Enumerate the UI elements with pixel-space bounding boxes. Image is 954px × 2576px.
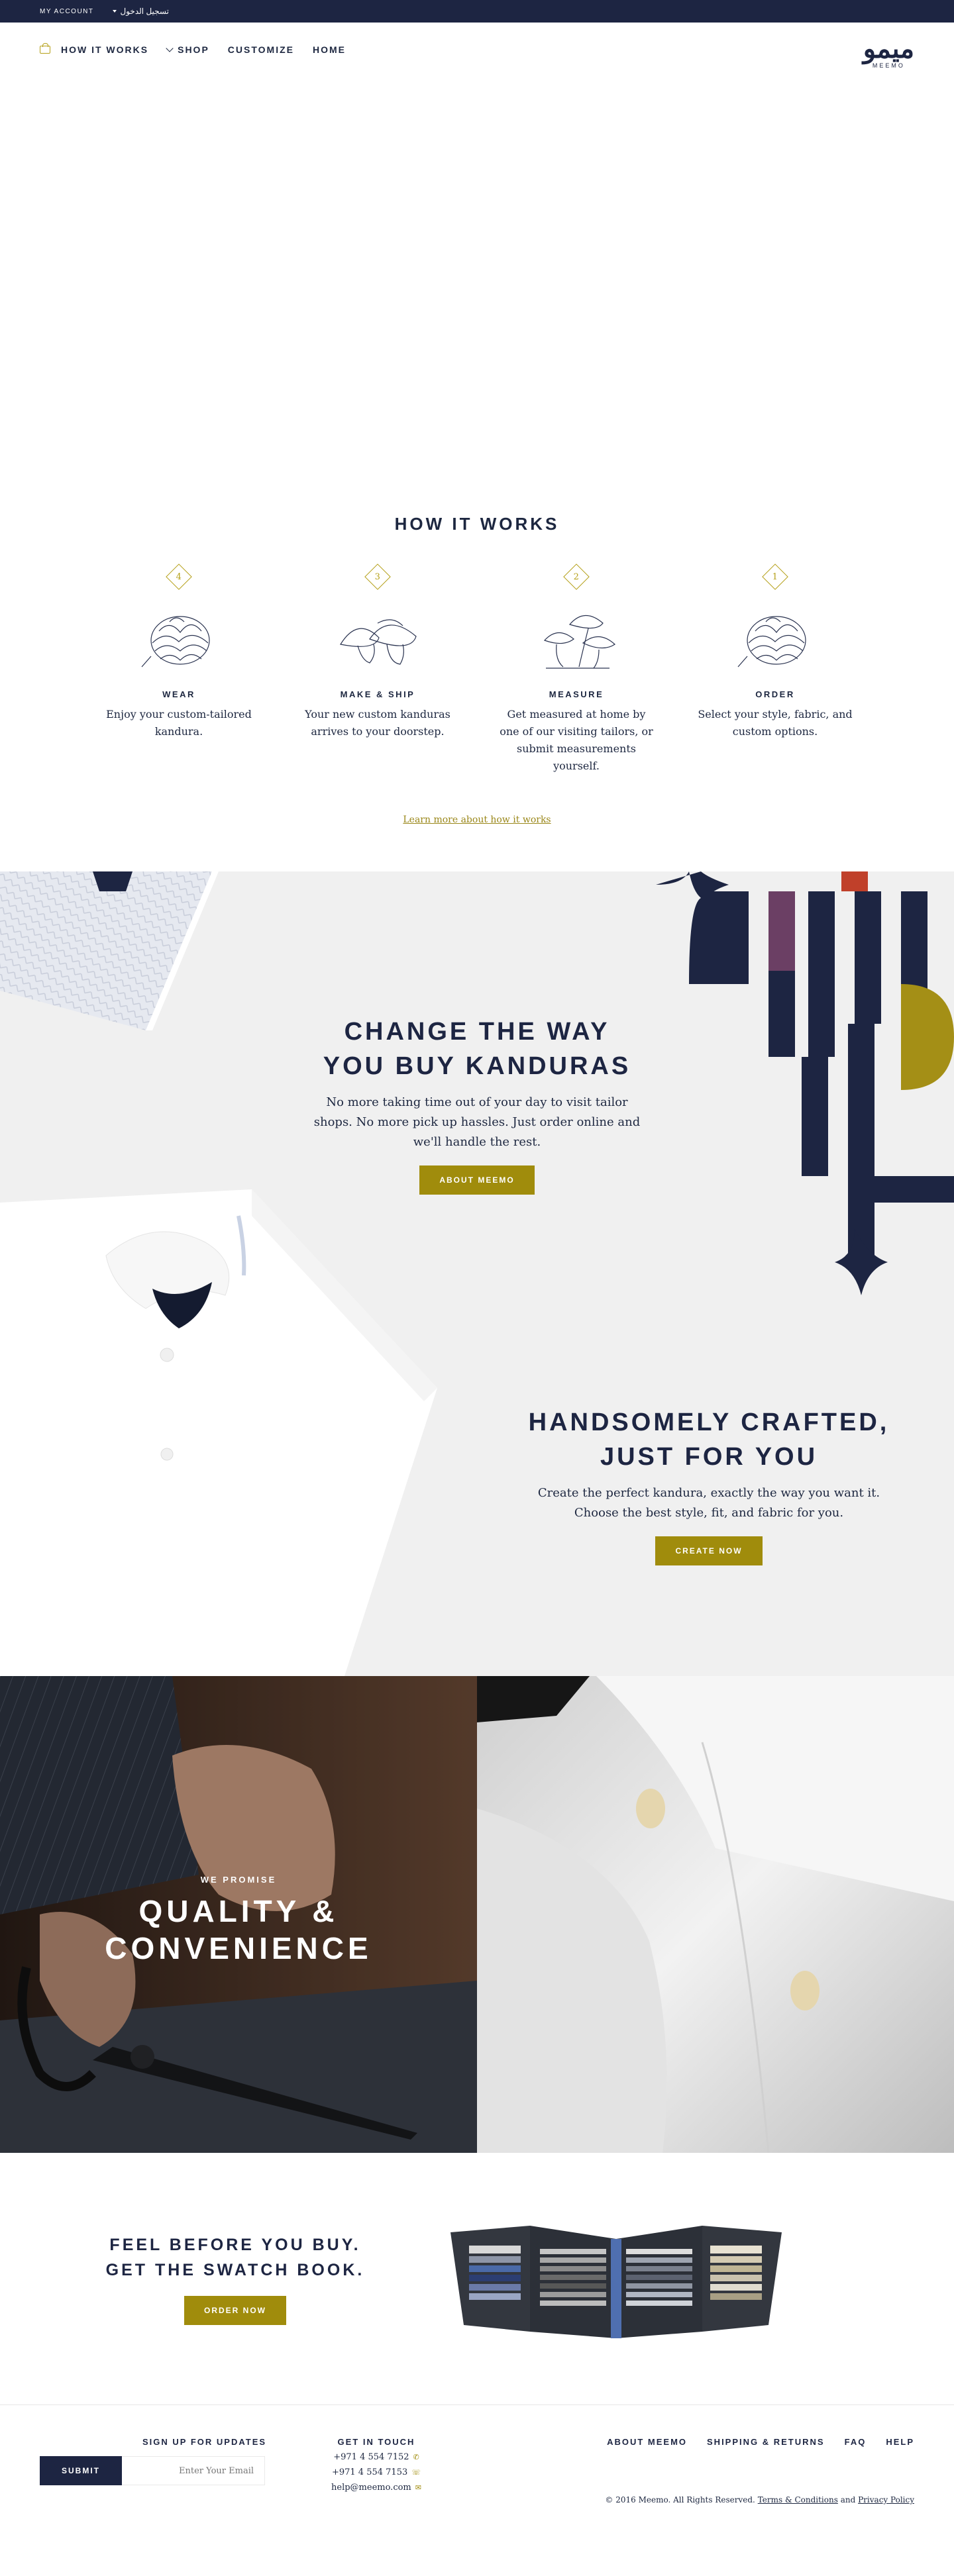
step-order: 1 ORDER Select your style, fabric, and c… (676, 564, 874, 775)
footer: SIGN UP FOR UPDATES SUBMIT GET IN TOUCH … (0, 2404, 954, 2524)
signup-block: SIGN UP FOR UPDATES SUBMIT (40, 2437, 266, 2485)
nav-item-label: CUSTOMIZE (227, 44, 294, 55)
phone-number[interactable]: +971 4 554 7152 (333, 2452, 409, 2462)
signup-form: SUBMIT (40, 2456, 266, 2485)
logo[interactable]: ميمو MEEMO (863, 33, 914, 70)
change-heading: CHANGE THE WAY YOU BUY KANDURAS (323, 1018, 631, 1080)
main-nav: HOW IT WORKS SHOP CUSTOMIZE HOME ميمو ME… (0, 23, 954, 77)
footer-link-shipping[interactable]: SHIPPING & RETURNS (707, 2437, 825, 2447)
footer-link-about[interactable]: ABOUT MEEMO (607, 2437, 687, 2447)
mail-icon: ✉ (415, 2483, 421, 2492)
step-wear: 4 WEAR Enjoy your custom-tailored kandur… (80, 564, 278, 775)
phone-number[interactable]: +971 4 554 7153 (332, 2467, 407, 2477)
mushroom-icon (340, 619, 417, 665)
logo-text: MEEMO (872, 62, 905, 69)
email-address[interactable]: help@meemo.com (331, 2483, 411, 2493)
step-description: Select your style, fabric, and custom op… (698, 708, 853, 738)
step-make-ship: 3 MAKE & SHIP Your new custom kanduras a… (278, 564, 477, 775)
nav-how-it-works[interactable]: HOW IT WORKS (40, 43, 149, 55)
collar-closeup-image (477, 1676, 954, 2153)
nav-item-label: HOW IT WORKS (61, 44, 149, 55)
copyright: © 2016 Meemo. All Rights Reserved. Terms… (605, 2495, 914, 2504)
phone-line: +971 4 554 7152 ✆ (331, 2452, 421, 2462)
crafted-body: Create the perfect kandura, exactly the … (537, 1486, 880, 1520)
hero-area (0, 77, 954, 514)
phone-icon: ☏ (411, 2468, 421, 2477)
step-number-badge: 4 (166, 564, 192, 590)
promise-kicker: WE PROMISE (200, 1875, 277, 1885)
step-title: MEASURE (549, 689, 604, 699)
promise-section: WE PROMISE QUALITY & CONVENIENCE (0, 1676, 954, 2153)
mushroom-cluster-icon (543, 615, 615, 669)
step-description: Enjoy your custom-tailored kandura. (106, 708, 252, 738)
step-description: Your new custom kanduras arrives to your… (305, 708, 450, 738)
whatsapp-icon: ✆ (413, 2453, 419, 2461)
calligraphy-pattern (656, 871, 954, 1295)
change-content: CHANGE THE WAY YOU BUY KANDURAS No more … (311, 1015, 643, 1195)
artichoke-icon (141, 616, 210, 668)
nav-customize[interactable]: CUSTOMIZE (228, 44, 294, 55)
learn-more-link[interactable]: Learn more about how it works (403, 815, 551, 825)
crafted-content: HANDSOMELY CRAFTED, JUST FOR YOU Create … (523, 1405, 894, 1565)
step-number-badge: 3 (364, 564, 391, 590)
footer-links: ABOUT MEEMO SHIPPING & RETURNS FAQ HELP (607, 2437, 914, 2447)
nav-item-label: HOME (313, 44, 346, 55)
change-body: No more taking time out of your day to v… (313, 1095, 641, 1149)
swatch-content: FEEL BEFORE YOU BUY. GET THE SWATCH BOOK… (93, 2232, 378, 2325)
email-input[interactable] (122, 2456, 265, 2485)
create-now-button[interactable]: CREATE NOW (655, 1536, 763, 1565)
phone-line: +971 4 554 7153 ☏ (331, 2467, 421, 2477)
white-shirt-image (0, 1189, 437, 1676)
nav-shop[interactable]: SHOP (166, 44, 209, 55)
privacy-link[interactable]: Privacy Policy (858, 2495, 914, 2504)
swatch-section: FEEL BEFORE YOU BUY. GET THE SWATCH BOOK… (0, 2153, 954, 2404)
order-now-button[interactable]: ORDER NOW (184, 2296, 286, 2325)
logo-mark: ميمو (863, 33, 914, 64)
how-it-works-section: HOW IT WORKS 4 WEAR Enjoy your custom-ta… (0, 514, 954, 871)
caret-down-icon (112, 10, 117, 13)
email-line: help@meemo.com ✉ (331, 2483, 421, 2493)
footer-link-faq[interactable]: FAQ (845, 2437, 867, 2447)
shirt-collar-image (477, 1676, 954, 2153)
swatch-heading: FEEL BEFORE YOU BUY. GET THE SWATCH BOOK… (105, 2236, 365, 2279)
promise-heading: QUALITY & CONVENIENCE (105, 1894, 372, 1965)
step-number-badge: 2 (563, 564, 590, 590)
contact-block: GET IN TOUCH +971 4 554 7152 ✆ +971 4 55… (331, 2437, 421, 2493)
step-description: Get measured at home by one of our visit… (500, 708, 653, 772)
step-title: MAKE & SHIP (340, 689, 415, 699)
chevron-down-icon (166, 44, 174, 52)
language-label: تسجيل الدخول (120, 7, 169, 16)
nav-home[interactable]: HOME (313, 44, 346, 55)
step-number-badge: 1 (762, 564, 788, 590)
language-switch[interactable]: تسجيل الدخول (112, 7, 169, 16)
top-bar: MY ACCOUNT تسجيل الدخول (0, 0, 954, 23)
copyright-text: © 2016 Meemo. All Rights Reserved. (605, 2495, 755, 2504)
swatch-book-image (450, 2226, 782, 2338)
submit-button[interactable]: SUBMIT (40, 2456, 122, 2485)
crafted-heading: HANDSOMELY CRAFTED, JUST FOR YOU (528, 1409, 890, 1471)
folded-shirt-image (0, 871, 219, 1030)
shopping-bag-icon[interactable] (40, 43, 50, 54)
my-account-link[interactable]: MY ACCOUNT (40, 8, 94, 15)
nav-item-label: SHOP (178, 44, 209, 55)
promise-overlay: WE PROMISE QUALITY & CONVENIENCE (0, 1875, 477, 1967)
signup-label: SIGN UP FOR UPDATES (142, 2437, 267, 2447)
step-measure: 2 MEASURE Get measured at home by one of… (477, 564, 676, 775)
contact-label: GET IN TOUCH (337, 2437, 415, 2447)
copyright-and: and (840, 2495, 856, 2504)
step-title: WEAR (162, 689, 195, 699)
footer-link-help[interactable]: HELP (886, 2437, 914, 2447)
section-title: HOW IT WORKS (394, 514, 560, 534)
artichoke-icon (737, 616, 806, 668)
tailor-image: WE PROMISE QUALITY & CONVENIENCE (0, 1676, 477, 2153)
change-way-section: CHANGE THE WAY YOU BUY KANDURAS No more … (0, 871, 954, 1676)
step-title: ORDER (755, 689, 795, 699)
terms-link[interactable]: Terms & Conditions (758, 2495, 838, 2504)
